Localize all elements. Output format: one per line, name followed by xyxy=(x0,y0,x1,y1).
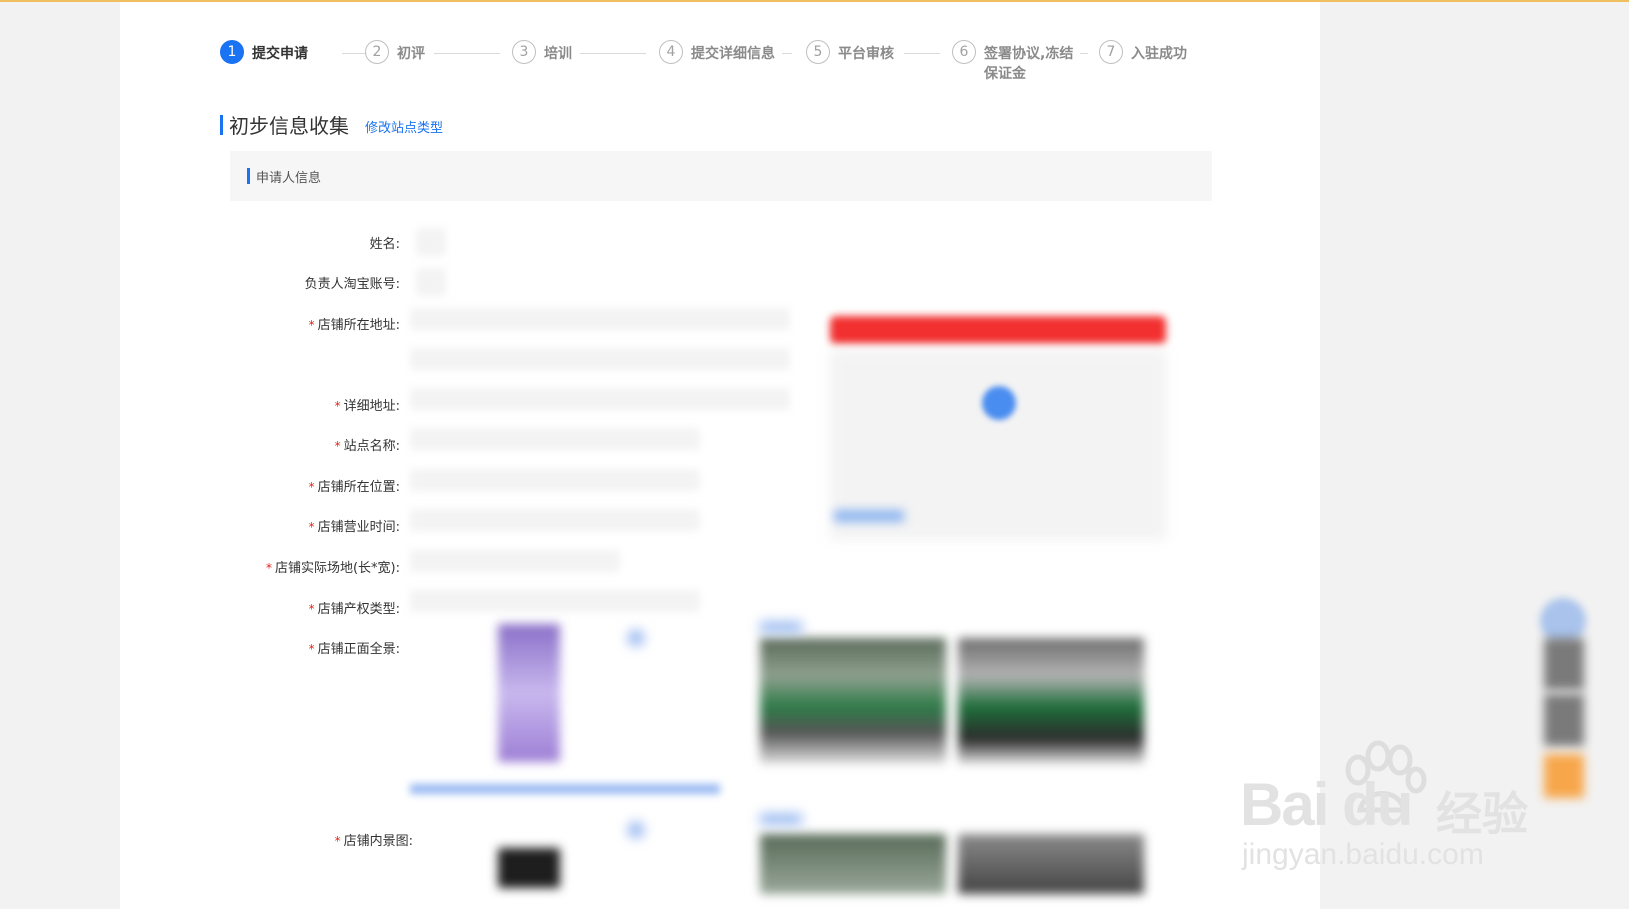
step-6: 6 签署协议,冻结 保证金 xyxy=(952,40,1073,84)
storefront-photo-1[interactable] xyxy=(760,638,946,764)
main-panel: 1 提交申请 2 初评 3 培训 4 提交详细信息 5 平台审核 6 签署协议,… xyxy=(120,2,1320,909)
site-name-input[interactable] xyxy=(410,428,700,450)
step-connector xyxy=(782,53,792,54)
address-district-select[interactable] xyxy=(410,348,790,370)
progress-steps: 1 提交申请 2 初评 3 培训 4 提交详细信息 5 平台审核 6 签署协议,… xyxy=(220,40,1210,100)
site-name-label: * 站点名称: xyxy=(334,439,400,454)
step-label: 签署协议,冻结 保证金 xyxy=(984,44,1073,84)
step-label: 提交详细信息 xyxy=(691,46,775,62)
step-label: 平台审核 xyxy=(838,46,894,62)
required-mark: * xyxy=(308,642,315,656)
interior-photo-2[interactable] xyxy=(958,834,1144,894)
name-value xyxy=(416,228,446,256)
taobao-account-value xyxy=(416,268,446,296)
step-number: 7 xyxy=(1099,40,1123,64)
upload-plus-icon[interactable] xyxy=(628,630,644,646)
back-to-top-button[interactable] xyxy=(1544,754,1584,798)
required-mark: * xyxy=(334,439,341,453)
required-mark: * xyxy=(265,561,272,575)
site-area-label: * 店铺实际场地(长*宽): xyxy=(265,561,400,576)
section-title: 初步信息收集 xyxy=(229,114,349,138)
location-label: * 店铺所在位置: xyxy=(308,480,400,495)
storefront-photo-label: * 店铺正面全景: xyxy=(308,642,400,657)
step-label-line1: 签署协议,冻结 xyxy=(984,46,1074,62)
heading-accent-bar xyxy=(220,114,223,135)
map-banner xyxy=(830,316,1166,344)
float-button-1[interactable] xyxy=(1544,638,1584,690)
step-3: 3 培训 xyxy=(512,40,572,64)
upload-plus-icon[interactable] xyxy=(628,822,644,838)
step-number: 5 xyxy=(806,40,830,64)
required-mark: * xyxy=(334,834,341,848)
step-connector xyxy=(580,53,646,54)
photo-tag xyxy=(760,622,802,632)
business-hours-label: * 店铺营业时间: xyxy=(308,520,400,535)
property-type-select[interactable] xyxy=(410,590,700,612)
step-number: 1 xyxy=(220,40,244,64)
step-5: 5 平台审核 xyxy=(806,40,894,64)
step-2: 2 初评 xyxy=(365,40,425,64)
photo-tag xyxy=(760,814,802,824)
section-heading: 初步信息收集 修改站点类型 xyxy=(220,110,443,139)
step-connector xyxy=(1080,53,1088,54)
modify-site-type-link[interactable]: 修改站点类型 xyxy=(365,117,443,136)
address-label: * 店铺所在地址: xyxy=(308,318,400,333)
required-mark: * xyxy=(308,602,315,616)
step-label-line2: 保证金 xyxy=(984,66,1026,82)
storefront-photo-2[interactable] xyxy=(958,638,1144,764)
step-number: 2 xyxy=(365,40,389,64)
map-pin-icon xyxy=(982,386,1016,420)
step-connector xyxy=(434,53,500,54)
map-footer-link[interactable] xyxy=(834,510,904,522)
storefront-sample-image xyxy=(498,624,560,762)
location-input[interactable] xyxy=(410,469,700,491)
property-type-label: * 店铺产权类型: xyxy=(308,602,400,617)
storefront-guide-link[interactable] xyxy=(410,784,720,794)
applicant-info-title: 申请人信息 xyxy=(256,170,322,186)
float-button-2[interactable] xyxy=(1544,694,1584,746)
step-4: 4 提交详细信息 xyxy=(659,40,775,64)
detail-address-input[interactable] xyxy=(410,388,790,410)
watermark-brand: 经验 xyxy=(1436,787,1528,841)
watermark-logo: Bai du xyxy=(1240,771,1413,838)
location-map-card[interactable] xyxy=(826,300,1171,540)
address-select[interactable] xyxy=(410,308,790,330)
step-7: 7 入驻成功 xyxy=(1099,40,1187,64)
subheader-accent-bar xyxy=(247,168,250,184)
required-mark: * xyxy=(308,318,315,332)
step-label: 提交申请 xyxy=(252,46,308,62)
watermark-url: jingyan.baidu.com xyxy=(1242,838,1484,871)
step-1: 1 提交申请 xyxy=(220,40,308,64)
step-label: 初评 xyxy=(397,46,425,62)
business-hours-input[interactable] xyxy=(410,509,700,531)
interior-photo-1[interactable] xyxy=(760,834,946,894)
interior-photo-label: * 店铺内景图: xyxy=(334,834,413,849)
step-number: 3 xyxy=(512,40,536,64)
step-number: 4 xyxy=(659,40,683,64)
step-number: 6 xyxy=(952,40,976,64)
required-mark: * xyxy=(308,520,315,534)
required-mark: * xyxy=(308,480,315,494)
step-connector xyxy=(904,53,940,54)
baidu-jingyan-watermark: Bai du 经验 jingyan.baidu.com xyxy=(1240,740,1540,880)
detail-address-label: * 详细地址: xyxy=(334,399,400,414)
interior-sample-image xyxy=(498,848,560,888)
name-label: 姓名: xyxy=(369,237,400,252)
taobao-account-label: 负责人淘宝账号: xyxy=(304,277,400,292)
applicant-info-header: 申请人信息 xyxy=(230,151,1212,201)
site-area-input[interactable] xyxy=(410,550,620,572)
step-label: 培训 xyxy=(544,46,572,62)
step-label: 入驻成功 xyxy=(1131,46,1187,62)
required-mark: * xyxy=(334,399,341,413)
